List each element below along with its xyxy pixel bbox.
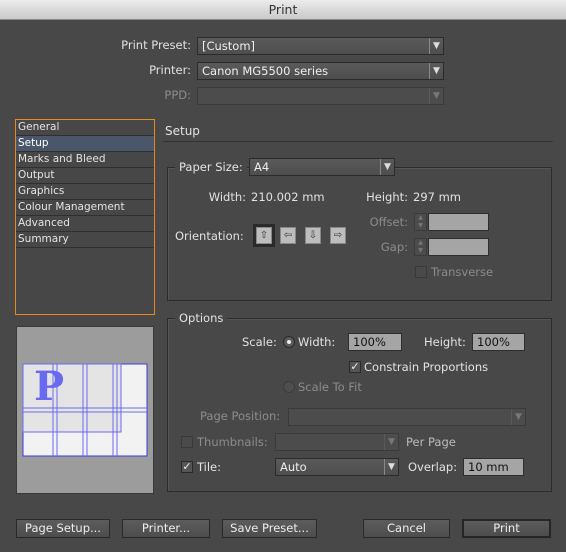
chevron-down-icon: ▼ bbox=[384, 459, 398, 475]
paper-size-dropdown[interactable]: A4 ▼ bbox=[249, 158, 395, 176]
ppd-dropdown: ▼ bbox=[197, 87, 444, 105]
chevron-down-icon: ▼ bbox=[429, 63, 443, 79]
offset-field bbox=[428, 213, 489, 231]
chevron-down-icon: ▼ bbox=[511, 409, 525, 425]
portrait-orientation-icon[interactable]: ⇧ bbox=[253, 224, 275, 247]
landscape-orientation-icon[interactable]: ⇦ bbox=[280, 227, 296, 244]
scale-width-label: Width: bbox=[298, 335, 336, 349]
orientation-label: Orientation: bbox=[175, 229, 244, 243]
thumbnails-label: Thumbnails: bbox=[197, 435, 268, 449]
printer-label: Printer: bbox=[149, 63, 191, 77]
per-page-label: Per Page bbox=[406, 435, 456, 449]
options-legend: Options bbox=[175, 310, 228, 326]
transverse-checkbox bbox=[415, 266, 427, 278]
ppd-label: PPD: bbox=[164, 88, 191, 102]
sidebar-item-graphics[interactable]: Graphics bbox=[16, 184, 154, 200]
overlap-field[interactable]: 10 mm bbox=[463, 458, 524, 476]
thumbnails-checkbox bbox=[181, 436, 193, 448]
offset-label: Offset: bbox=[369, 215, 408, 229]
printer-value: Canon MG5500 series bbox=[202, 64, 329, 78]
sidebar-item-summary[interactable]: Summary bbox=[16, 232, 154, 248]
window-title: Print bbox=[0, 0, 566, 20]
page-setup-button[interactable]: Page Setup... bbox=[16, 519, 110, 538]
printer-button[interactable]: Printer... bbox=[122, 519, 210, 538]
sidebar-item-setup[interactable]: Setup bbox=[16, 136, 154, 152]
print-button[interactable]: Print bbox=[462, 519, 551, 538]
sidebar-item-output[interactable]: Output bbox=[16, 168, 154, 184]
paper-size-value: A4 bbox=[254, 160, 270, 174]
paper-size-label: Paper Size: bbox=[175, 159, 247, 175]
save-preset-button[interactable]: Save Preset... bbox=[222, 519, 317, 538]
cancel-button[interactable]: Cancel bbox=[363, 519, 450, 538]
sidebar-item-general[interactable]: General bbox=[16, 120, 154, 136]
overlap-label: Overlap: bbox=[408, 460, 458, 474]
print-preset-label: Print Preset: bbox=[121, 38, 191, 52]
printer-dropdown[interactable]: Canon MG5500 series ▼ bbox=[197, 62, 444, 80]
scale-width-radio[interactable] bbox=[283, 336, 295, 348]
width-value: 210.002 mm bbox=[251, 190, 325, 204]
scale-height-label: Height: bbox=[424, 335, 466, 349]
scale-to-fit-label: Scale To Fit bbox=[298, 380, 362, 394]
constrain-proportions-checkbox[interactable]: ✓ bbox=[349, 361, 361, 373]
sidebar-item-colour-management[interactable]: Colour Management bbox=[16, 200, 154, 216]
print-preset-value: [Custom] bbox=[202, 39, 256, 53]
scale-width-field[interactable]: 100% bbox=[348, 333, 402, 351]
offset-stepper: ▲ ▼ bbox=[414, 213, 427, 231]
reverse-landscape-orientation-icon[interactable]: ⇨ bbox=[330, 227, 346, 244]
chevron-down-icon: ▼ bbox=[384, 434, 398, 450]
chevron-down-icon: ▼ bbox=[380, 159, 394, 175]
print-preview[interactable]: P bbox=[16, 326, 154, 494]
thumbnails-dropdown: ▼ bbox=[275, 433, 399, 451]
width-label: Width: bbox=[208, 190, 246, 204]
scale-height-field[interactable]: 100% bbox=[472, 333, 525, 351]
height-value: 297 mm bbox=[413, 190, 462, 204]
constrain-proportions-label: Constrain Proportions bbox=[364, 360, 489, 374]
sidebar-item-marks-and-bleed[interactable]: Marks and Bleed bbox=[16, 152, 154, 168]
gap-stepper: ▲ ▼ bbox=[414, 238, 427, 256]
tile-checkbox[interactable]: ✓ bbox=[181, 461, 193, 473]
chevron-down-icon: ▼ bbox=[429, 88, 443, 104]
preview-letter: P bbox=[34, 363, 64, 410]
preview-page: P bbox=[22, 363, 148, 457]
height-label: Height: bbox=[366, 190, 408, 204]
chevron-down-icon: ▼ bbox=[429, 38, 443, 54]
page-position-dropdown: ▼ bbox=[288, 408, 526, 426]
tile-dropdown[interactable]: Auto ▼ bbox=[275, 458, 399, 476]
scale-label: Scale: bbox=[242, 335, 277, 349]
sidebar: General Setup Marks and Bleed Output Gra… bbox=[15, 119, 155, 315]
page-position-label: Page Position: bbox=[200, 409, 281, 423]
divider bbox=[163, 141, 553, 142]
gap-field bbox=[428, 238, 489, 256]
print-preset-dropdown[interactable]: [Custom] ▼ bbox=[197, 37, 444, 55]
setup-heading: Setup bbox=[165, 124, 200, 138]
tile-value: Auto bbox=[280, 460, 307, 474]
tile-label: Tile: bbox=[197, 460, 222, 474]
gap-label: Gap: bbox=[380, 240, 408, 254]
transverse-label: Transverse bbox=[431, 265, 494, 279]
scale-to-fit-radio bbox=[283, 381, 295, 393]
reverse-portrait-orientation-icon[interactable]: ⇩ bbox=[305, 227, 321, 244]
sidebar-item-advanced[interactable]: Advanced bbox=[16, 216, 154, 232]
